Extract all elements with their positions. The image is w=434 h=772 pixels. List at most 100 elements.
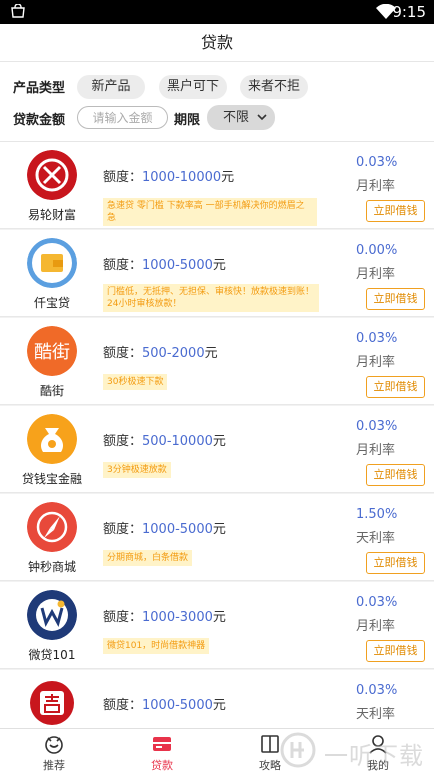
rate-type: 月利率 (356, 355, 396, 370)
apply-button[interactable]: 立即借钱 (366, 464, 425, 486)
quota: 额度：1000-3000元 (103, 606, 226, 625)
quota-range: 1000-3000 (142, 610, 213, 625)
title-bar: 贷款 (0, 24, 434, 62)
apply-button[interactable]: 立即借钱 (366, 376, 425, 398)
page-title: 贷款 (200, 33, 233, 52)
quota-unit: 元 (212, 522, 226, 537)
quota-label: 额度： (103, 346, 143, 361)
quota: 额度：500-2000元 (103, 342, 218, 361)
quota: 额度：1000-10000元 (103, 166, 234, 185)
chevron-down-icon (257, 114, 267, 121)
interest-rate: 0.03% (356, 155, 398, 170)
watermark-text: 一听下载 (324, 742, 424, 770)
product-name: 酷街 (39, 384, 64, 398)
quota: 额度：1000-5000元 (103, 254, 226, 273)
quota-range: 500-2000 (142, 346, 205, 361)
product-card[interactable]: 贷钱宝金融 额度：500-10000元 3分钟极速放款 0.03% 月利率 立即… (0, 406, 434, 493)
product-tag: 分期商城，白条借款 (103, 550, 193, 566)
quota-label: 额度： (103, 522, 143, 537)
product-card[interactable]: 易轮财富 额度：1000-10000元 急速贷 零门槛 下款率高 一部手机解决你… (0, 142, 434, 229)
kujie-logo-icon: 酷街 (27, 326, 77, 376)
product-card[interactable]: 钟秒商城 额度：1000-5000元 分期商城，白条借款 1.50% 天利率 立… (0, 494, 434, 581)
interest-rate: 0.03% (356, 595, 398, 610)
qianbao-wallet-logo-icon (27, 238, 77, 288)
term-dropdown[interactable]: 不限 (207, 105, 275, 130)
quota-unit: 元 (212, 698, 226, 713)
quota-range: 1000-10000 (142, 170, 222, 185)
quota-label: 额度： (103, 170, 143, 185)
guide-icon (261, 735, 279, 753)
quota-unit: 元 (212, 434, 226, 449)
quota-label: 额度： (103, 698, 143, 713)
product-type-label: 产品类型 (13, 81, 66, 96)
product-tag: 急速贷 零门槛 下款率高 一部手机解决你的燃眉之急 (103, 198, 317, 226)
quota-unit: 元 (204, 346, 218, 361)
product-name: 易轮财富 (27, 208, 76, 222)
amount-input[interactable] (77, 106, 168, 129)
compass-logo-icon (27, 502, 77, 552)
product-name: 仟宝贷 (33, 296, 70, 310)
interest-rate: 1.50% (356, 507, 398, 522)
logo-text: 酷街 (34, 342, 70, 363)
product-card[interactable]: 微贷101 额度：1000-3000元 微贷101，时尚借款神器 0.03% 月… (0, 582, 434, 669)
quota-label: 额度： (103, 434, 143, 449)
quota-range: 1000-5000 (142, 522, 213, 537)
rate-type: 月利率 (356, 443, 396, 458)
quota-range: 1000-5000 (142, 258, 213, 273)
quota-label: 额度： (103, 610, 143, 625)
money-bag-logo-icon (27, 414, 77, 464)
apply-button[interactable]: 立即借钱 (366, 200, 425, 222)
filter-chip-new-product[interactable]: 新产品 (77, 75, 145, 99)
interest-rate: 0.00% (356, 243, 398, 258)
nav-label: 贷款 (151, 759, 173, 772)
rate-type: 天利率 (356, 531, 396, 546)
rate-type: 月利率 (356, 179, 396, 194)
loan-icon (153, 737, 171, 751)
nav-label: 推荐 (43, 759, 65, 772)
recommend-icon (45, 736, 63, 754)
interest-rate: 0.03% (356, 331, 398, 346)
product-tag: 门槛低，无抵押、无担保、审核快！放款极速到账！24小时审核放款！ (103, 284, 319, 312)
product-name: 贷钱宝金融 (21, 472, 82, 486)
term-label: 期限 (174, 113, 201, 128)
apply-button[interactable]: 立即借钱 (366, 288, 425, 310)
product-name: 钟秒商城 (27, 560, 76, 574)
nav-recommend[interactable]: 推荐 (0, 729, 108, 772)
quota-label: 额度： (103, 258, 143, 273)
status-bar: 9:15 (0, 0, 434, 24)
apply-button[interactable]: 立即借钱 (366, 552, 425, 574)
interest-rate: 0.03% (356, 683, 398, 698)
nav-loan[interactable]: 贷款 (108, 729, 216, 772)
rate-type: 月利率 (356, 267, 396, 282)
product-card[interactable]: 仟宝贷 额度：1000-5000元 门槛低，无抵押、无担保、审核快！放款极速到账… (0, 230, 434, 317)
apply-button[interactable]: 立即借钱 (366, 640, 425, 662)
quota: 额度：1000-5000元 (103, 694, 226, 713)
interest-rate: 0.03% (356, 419, 398, 434)
yilun-logo-icon (27, 150, 77, 200)
product-card[interactable]: 额度：1000-5000元 0.03% 天利率 (0, 670, 434, 730)
ji-logo-icon (27, 678, 77, 728)
app-notification-icon (11, 4, 25, 18)
product-card[interactable]: 酷街 酷街 额度：500-2000元 30秒极速下款 0.03% 月利率 立即借… (0, 318, 434, 405)
filter-chip-blacklist-ok[interactable]: 黑户可下 (159, 75, 227, 99)
quota: 额度：1000-5000元 (103, 518, 226, 537)
quota-range: 500-10000 (142, 434, 213, 449)
product-tag: 微贷101，时尚借款神器 (103, 638, 210, 654)
quota: 额度：500-10000元 (103, 430, 226, 449)
quota-unit: 元 (212, 610, 226, 625)
loan-amount-label: 贷款金额 (13, 113, 66, 128)
weidai-logo-icon (27, 590, 77, 640)
term-value: 不限 (223, 110, 250, 125)
watermark-logo-icon (280, 732, 316, 768)
watermark: 一听下载 (280, 730, 434, 770)
product-tag: 3分钟极速放款 (103, 462, 171, 478)
quota-unit: 元 (221, 170, 235, 185)
product-tag: 30秒极速下款 (103, 374, 168, 390)
rate-type: 月利率 (356, 619, 396, 634)
quota-range: 1000-5000 (142, 698, 213, 713)
quota-unit: 元 (212, 258, 226, 273)
product-name: 微贷101 (28, 648, 76, 662)
filter-chip-accept-all[interactable]: 来者不拒 (240, 75, 308, 99)
clock: 9:15 (392, 3, 426, 21)
filter-panel: 产品类型 新产品 黑户可下 来者不拒 贷款金额 期限 不限 (0, 62, 434, 142)
